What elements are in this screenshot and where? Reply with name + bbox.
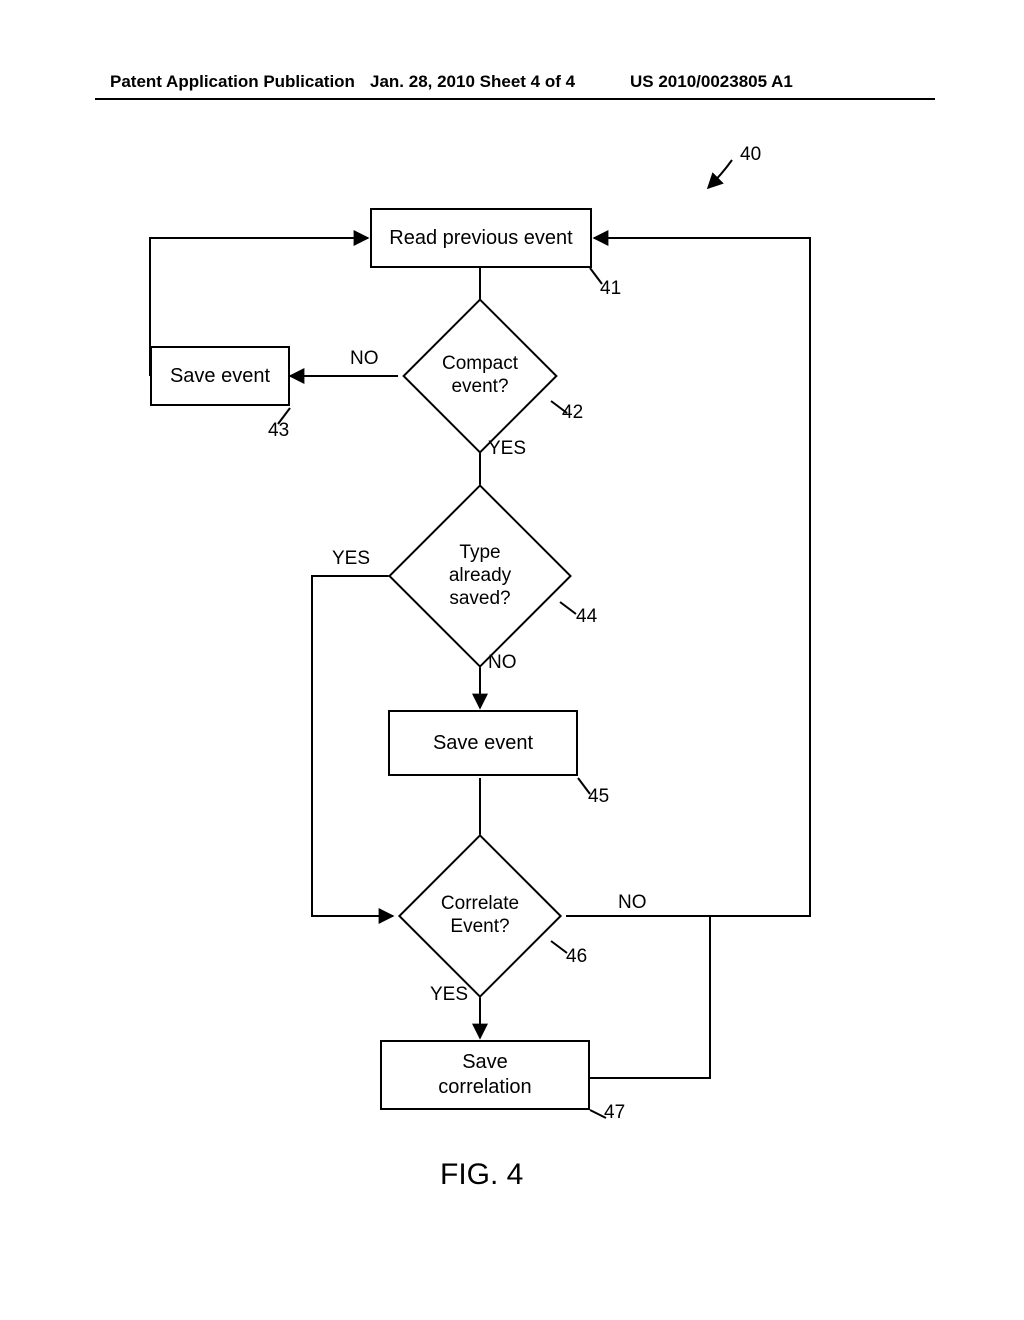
ref-43: 43 <box>268 420 289 442</box>
node-read-previous-event-label: Read previous event <box>389 226 572 251</box>
header-publication: Patent Application Publication <box>110 72 355 92</box>
ref-40: 40 <box>740 144 761 166</box>
ref-41: 41 <box>600 278 621 300</box>
header-date-sheet: Jan. 28, 2010 Sheet 4 of 4 <box>370 72 575 92</box>
edge-label-42-yes: YES <box>488 438 526 460</box>
node-save-event-mid-label: Save event <box>433 731 533 756</box>
ref-42: 42 <box>562 402 583 424</box>
ref-40-arrow <box>708 160 732 188</box>
arrow-44-yes-46 <box>312 576 393 916</box>
node-save-correlation: Save correlation <box>380 1040 590 1110</box>
node-type-already-saved-q-label: Type already saved? <box>449 542 511 610</box>
edge-label-46-yes: YES <box>430 984 468 1006</box>
node-save-event-left: Save event <box>150 346 290 406</box>
edge-label-46-no: NO <box>618 892 647 914</box>
node-read-previous-event: Read previous event <box>370 208 592 268</box>
node-save-correlation-label: Save correlation <box>438 1050 531 1100</box>
node-save-event-left-label: Save event <box>170 364 270 389</box>
flowchart: 40 Read previous event 41 Compact event?… <box>110 138 910 1218</box>
edge-label-44-yes: YES <box>332 548 370 570</box>
arrow-47-to-loop <box>590 916 710 1078</box>
ref-46: 46 <box>566 946 587 968</box>
figure-caption: FIG. 4 <box>440 1158 523 1192</box>
arrow-46-no-41 <box>566 238 810 916</box>
edge-label-44-no: NO <box>488 652 517 674</box>
header-rule <box>95 98 935 100</box>
node-correlate-event-q-label: Correlate Event? <box>441 893 519 939</box>
node-type-already-saved-q: Type already saved? <box>415 511 545 641</box>
node-save-event-mid: Save event <box>388 710 578 776</box>
page: Patent Application Publication Jan. 28, … <box>0 0 1024 1320</box>
node-compact-event-q-label: Compact event? <box>442 353 518 399</box>
ref-45: 45 <box>588 786 609 808</box>
node-compact-event-q: Compact event? <box>425 321 535 431</box>
node-correlate-event-q: Correlate Event? <box>422 858 538 974</box>
ref-44: 44 <box>576 606 597 628</box>
header-pub-number: US 2010/0023805 A1 <box>630 72 793 92</box>
ref-44-tick <box>560 602 576 614</box>
ref-47: 47 <box>604 1102 625 1124</box>
edge-label-42-no: NO <box>350 348 379 370</box>
ref-46-tick <box>551 941 567 953</box>
